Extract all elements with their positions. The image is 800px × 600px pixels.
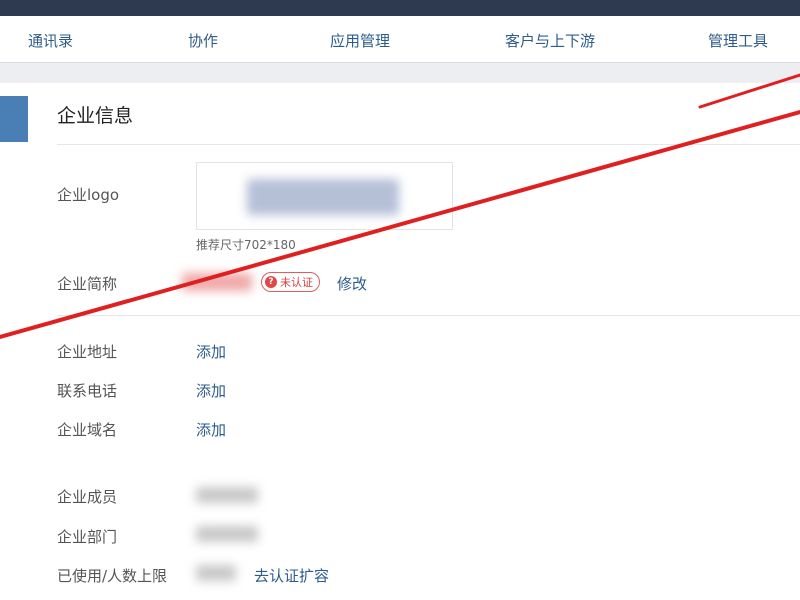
logo-image: [247, 179, 399, 215]
verify-expand-link[interactable]: 去认证扩容: [254, 565, 329, 586]
nav-item-collaboration[interactable]: 协作: [188, 30, 218, 51]
left-sidebar: [0, 83, 31, 600]
departments-label: 企业部门: [57, 528, 118, 546]
top-bar: [0, 0, 800, 16]
title-divider: [57, 144, 800, 145]
verify-status-badge: ? 未认证: [261, 272, 320, 292]
logo-size-hint: 推荐尺寸702*180: [196, 238, 296, 252]
members-label: 企业成员: [57, 488, 118, 506]
top-nav: 通讯录 协作 应用管理 客户与上下游 管理工具: [0, 16, 800, 63]
members-count: [196, 487, 258, 503]
add-phone-link[interactable]: 添加: [196, 380, 226, 401]
modify-link[interactable]: 修改: [337, 273, 367, 294]
sidebar-active-item[interactable]: [0, 96, 28, 142]
domain-label: 企业域名: [57, 421, 118, 439]
page-title: 企业信息: [57, 105, 134, 127]
nav-gap: [0, 63, 800, 83]
add-domain-link[interactable]: 添加: [196, 419, 226, 440]
add-address-link[interactable]: 添加: [196, 341, 226, 362]
logo-upload-box[interactable]: [196, 162, 453, 230]
nav-item-contacts[interactable]: 通讯录: [28, 30, 73, 51]
section-divider: [57, 315, 800, 316]
logo-label: 企业logo: [57, 186, 120, 204]
departments-count: [196, 526, 258, 542]
page: 通讯录 协作 应用管理 客户与上下游 管理工具 企业信息 企业logo 推荐尺寸…: [0, 0, 800, 600]
nav-item-app-management[interactable]: 应用管理: [330, 30, 390, 51]
enterprise-info-card: 企业信息 企业logo 推荐尺寸702*180 企业简称 ? 未认证 修改 企业…: [30, 83, 800, 600]
usage-label: 已使用/人数上限: [57, 567, 168, 585]
question-icon: ?: [265, 276, 277, 288]
phone-label: 联系电话: [57, 382, 118, 400]
short-name-label: 企业简称: [57, 275, 118, 293]
nav-item-customers[interactable]: 客户与上下游: [505, 30, 595, 51]
verify-status-text: 未认证: [280, 276, 313, 289]
address-label: 企业地址: [57, 343, 118, 361]
usage-count: [196, 565, 236, 581]
nav-item-admin-tools[interactable]: 管理工具: [708, 30, 768, 51]
short-name-value: [182, 273, 252, 291]
